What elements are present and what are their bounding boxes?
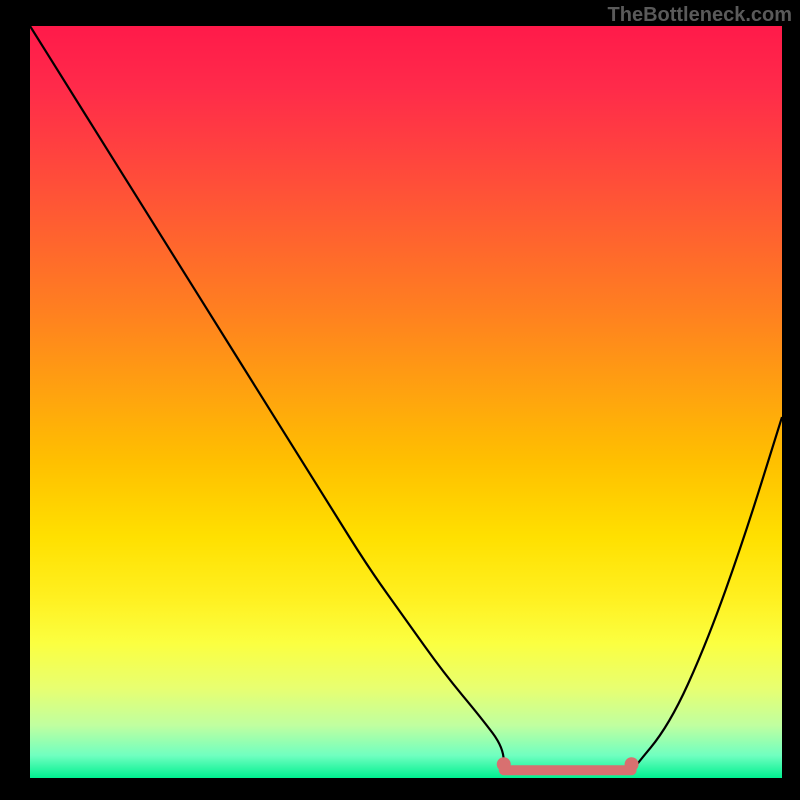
optimal-range-dot-right <box>625 757 639 771</box>
bottleneck-curve-right <box>632 417 782 774</box>
chart-svg <box>30 26 782 778</box>
watermark-text: TheBottleneck.com <box>608 4 792 27</box>
chart-plot-area <box>30 26 782 778</box>
bottleneck-curve-left <box>30 26 504 774</box>
optimal-range-dot-left <box>497 757 511 771</box>
